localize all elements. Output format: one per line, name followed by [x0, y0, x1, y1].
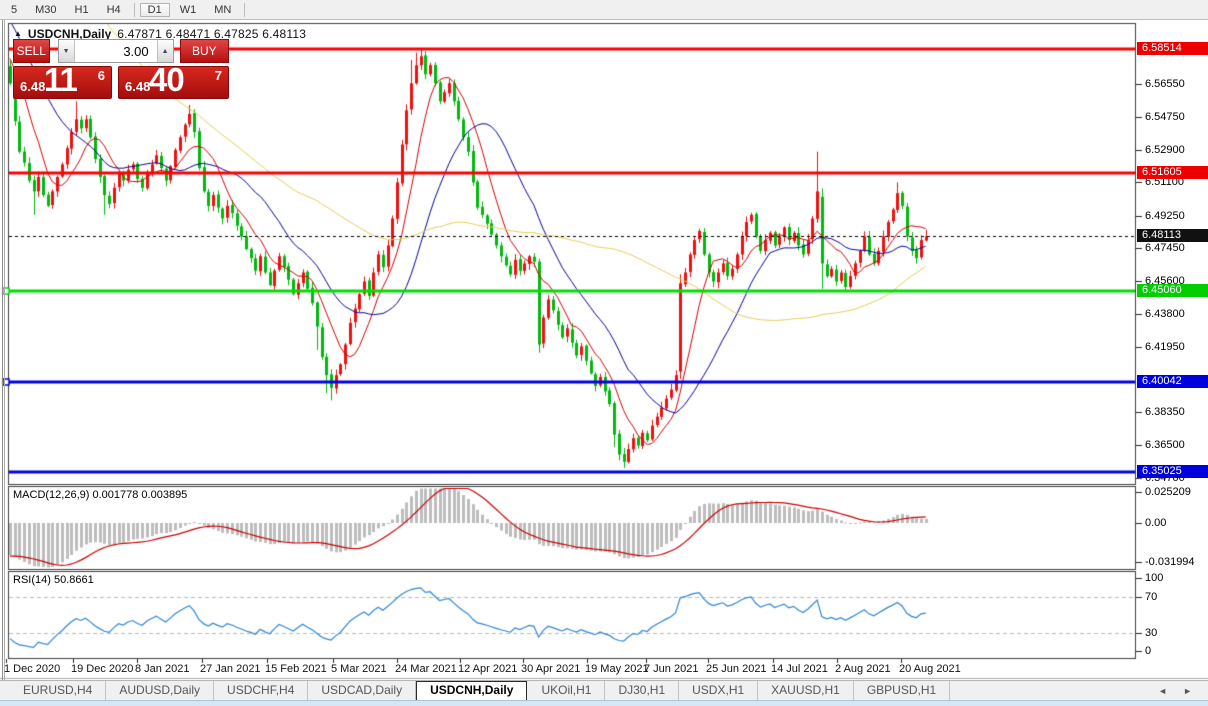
- date-label: 8 Jan 2021: [135, 663, 189, 675]
- price-tick-label: 6.47450: [1145, 242, 1185, 254]
- date-label: 19 Dec 2020: [71, 663, 133, 675]
- date-label: 19 May 2021: [585, 663, 649, 675]
- date-label: 15 Feb 2021: [265, 663, 327, 675]
- rsi-axis-label: 0: [1145, 645, 1151, 657]
- timeframe-button-5[interactable]: 5: [3, 3, 25, 17]
- date-label: 30 Apr 2021: [521, 663, 580, 675]
- rsi-current-value: 50.8661: [54, 574, 94, 586]
- price-tick-label: 6.36500: [1145, 439, 1185, 451]
- volume-decrease-button[interactable]: ▼: [59, 40, 75, 62]
- macd-name: MACD(12,26,9): [13, 489, 89, 501]
- tab-scroll-left-icon[interactable]: ◄: [1158, 686, 1167, 696]
- macd-axis-label: 0.00: [1145, 517, 1166, 529]
- sell-price-base: 6.48: [20, 79, 45, 94]
- price-badge: 6.48113: [1137, 229, 1208, 242]
- window-border-left-inner: [4, 20, 5, 680]
- sell-price-button[interactable]: 6.48 11 6: [13, 66, 112, 99]
- tab-dj30-h1[interactable]: DJ30,H1: [605, 681, 679, 700]
- buy-price-fraction: 7: [215, 68, 222, 83]
- date-label: 25 Jun 2021: [706, 663, 767, 675]
- toolbar-separator: [244, 3, 245, 17]
- tab-usdcnh-daily[interactable]: USDCNH,Daily: [416, 681, 527, 700]
- macd-label: MACD(12,26,9) 0.001778 0.003895: [13, 489, 187, 501]
- timeframe-toolbar: 5M30H1H4 D1W1MN: [0, 0, 1208, 20]
- timeframe-button-h1[interactable]: H1: [67, 3, 97, 17]
- date-label: 27 Jan 2021: [200, 663, 261, 675]
- price-tick-label: 6.41950: [1145, 341, 1185, 353]
- price-chart-canvas[interactable]: [0, 0, 1208, 706]
- date-label: 5 Mar 2021: [331, 663, 387, 675]
- collapse-panel-icon[interactable]: ▲: [14, 29, 22, 38]
- buy-button[interactable]: BUY: [180, 39, 229, 63]
- toolbar-separator: [134, 3, 135, 17]
- price-tick-label: 6.43800: [1145, 308, 1185, 320]
- tab-usdchf-h4[interactable]: USDCHF,H4: [214, 681, 308, 700]
- sell-button[interactable]: SELL: [13, 39, 50, 63]
- tab-gbpusd-h1[interactable]: GBPUSD,H1: [854, 681, 950, 700]
- macd-axis-label: 0.025209: [1145, 486, 1191, 498]
- price-badge: 6.35025: [1137, 465, 1208, 478]
- price-badge: 6.51605: [1137, 166, 1208, 179]
- tab-ukoil-h1[interactable]: UKOil,H1: [528, 681, 605, 700]
- timeframe-button-mn[interactable]: MN: [206, 3, 239, 17]
- date-label: 1 Dec 2020: [4, 663, 60, 675]
- symbol-tabbar: EURUSD,H4AUDUSD,DailyUSDCHF,H4USDCAD,Dai…: [0, 680, 1208, 700]
- buy-price-button[interactable]: 6.48 40 7: [118, 66, 229, 99]
- volume-increase-button[interactable]: ▲: [157, 40, 173, 62]
- price-tick-label: 6.54750: [1145, 111, 1185, 123]
- tab-xauusd-h1[interactable]: XAUUSD,H1: [758, 681, 854, 700]
- window-border-left: [2, 20, 3, 680]
- price-badge: 6.40042: [1137, 375, 1208, 388]
- date-label: 7 Jun 2021: [644, 663, 698, 675]
- rsi-label: RSI(14) 50.8661: [13, 574, 94, 586]
- price-tick-label: 6.49250: [1145, 210, 1185, 222]
- price-badge: 6.58514: [1137, 42, 1208, 55]
- tab-eurusd-h4[interactable]: EURUSD,H4: [10, 681, 106, 700]
- rsi-name: RSI(14): [13, 574, 51, 586]
- date-label: 14 Jul 2021: [771, 663, 828, 675]
- date-label: 12 Apr 2021: [458, 663, 517, 675]
- volume-stepper: ▼ ▲: [58, 39, 174, 63]
- price-tick-label: 6.38350: [1145, 406, 1185, 418]
- buy-price-base: 6.48: [125, 79, 150, 94]
- date-label: 24 Mar 2021: [395, 663, 457, 675]
- sell-price-fraction: 6: [98, 68, 105, 83]
- tab-usdcad-daily[interactable]: USDCAD,Daily: [308, 681, 416, 700]
- statusbar-strip: [0, 700, 1208, 706]
- tab-scroll-arrows: ◄►: [1158, 681, 1208, 700]
- volume-input[interactable]: [75, 40, 157, 62]
- timeframe-button-m30[interactable]: M30: [27, 3, 64, 17]
- rsi-axis-label: 70: [1145, 591, 1157, 603]
- one-click-trading-panel: SELL ▼ ▲ BUY 6.48 11 6 6.48 40 7: [13, 39, 229, 99]
- date-label: 20 Aug 2021: [899, 663, 961, 675]
- timeframe-button-w1[interactable]: W1: [172, 3, 205, 17]
- price-tick-label: 6.52900: [1145, 144, 1185, 156]
- buy-price-pips: 40: [149, 61, 184, 99]
- macd-axis-label: -0.031994: [1145, 556, 1195, 568]
- timeframe-button-h4[interactable]: H4: [99, 3, 129, 17]
- tabbar-pad: [0, 681, 10, 700]
- tab-audusd-daily[interactable]: AUDUSD,Daily: [106, 681, 214, 700]
- timeframe-button-d1[interactable]: D1: [140, 3, 170, 17]
- tab-scroll-right-icon[interactable]: ►: [1183, 686, 1192, 696]
- sell-price-pips: 11: [44, 61, 77, 99]
- price-tick-label: 6.56550: [1145, 78, 1185, 90]
- date-label: 2 Aug 2021: [835, 663, 891, 675]
- macd-current-values: 0.001778 0.003895: [92, 489, 187, 501]
- tab-usdx-h1[interactable]: USDX,H1: [679, 681, 758, 700]
- rsi-axis-label: 30: [1145, 627, 1157, 639]
- price-badge: 6.45060: [1137, 284, 1208, 297]
- rsi-axis-label: 100: [1145, 572, 1163, 584]
